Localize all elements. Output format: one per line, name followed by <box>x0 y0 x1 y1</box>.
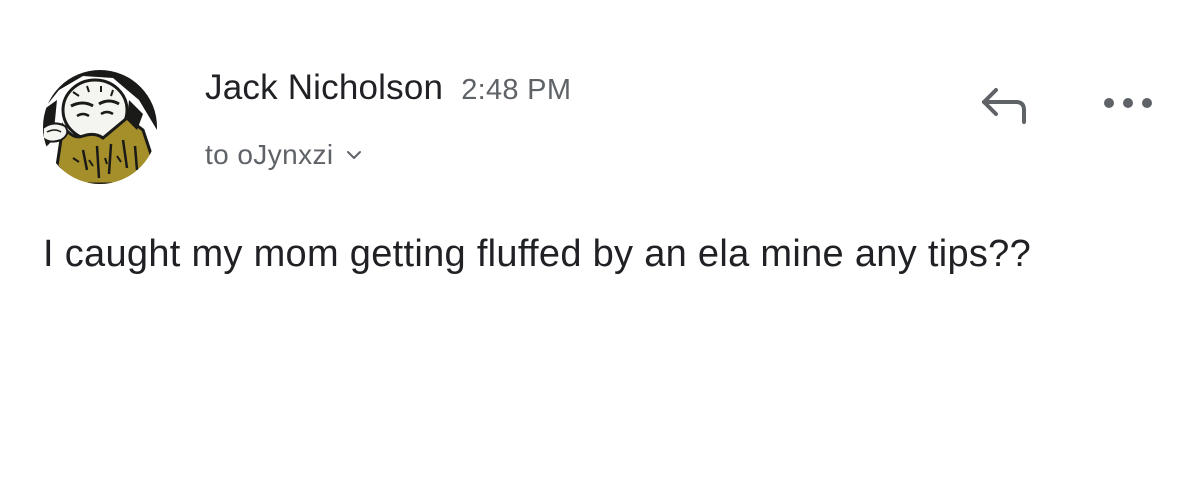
more-horizontal-icon <box>1104 98 1152 108</box>
recipient-toggle[interactable]: to oJynxzi <box>205 135 362 175</box>
reply-arrow-icon <box>982 88 1026 124</box>
avatar-illustration <box>43 70 157 184</box>
message-body: I caught my mom getting fluffed by an el… <box>43 233 1032 275</box>
email-header: Jack Nicholson 2:48 PM to oJynxzi <box>0 0 1200 200</box>
recipient-text: to oJynxzi <box>205 139 334 170</box>
sender-avatar[interactable] <box>43 70 157 184</box>
chevron-down-icon <box>346 149 362 161</box>
sent-time: 2:48 PM <box>461 74 572 106</box>
more-options-button[interactable] <box>1097 86 1159 120</box>
sender-line: Jack Nicholson 2:48 PM <box>205 66 571 117</box>
sender-name[interactable]: Jack Nicholson <box>205 68 443 107</box>
reply-button[interactable] <box>972 78 1036 130</box>
